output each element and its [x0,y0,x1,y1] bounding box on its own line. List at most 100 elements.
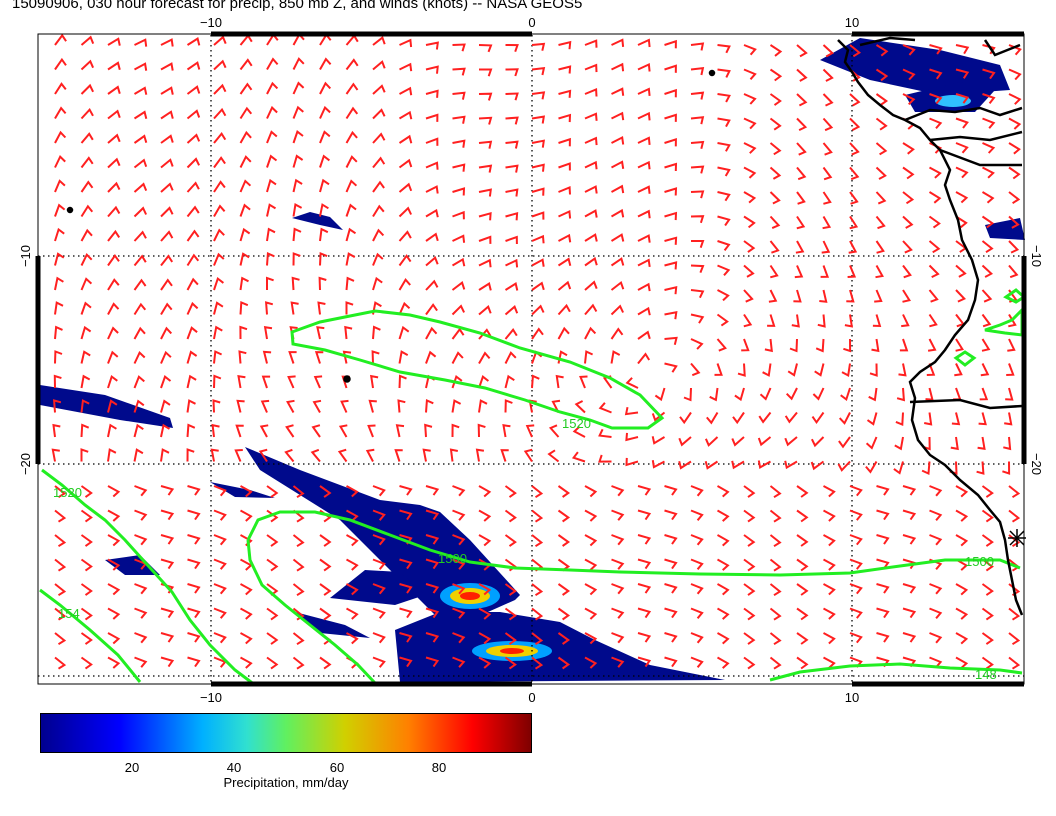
wind-barb [372,180,385,193]
wind-barb [186,374,197,389]
wind-barb [187,509,201,521]
wind-barb [398,350,409,364]
wind-barb [557,485,571,498]
island [708,69,716,77]
wind-barb [769,240,780,254]
wind-barb [452,163,466,172]
wind-barb [133,423,144,438]
wind-barb [239,82,253,95]
wind-barb [425,65,439,74]
wind-barb [981,289,993,303]
wind-barb [822,216,832,230]
wind-barb [266,252,275,266]
wind-barb [313,375,323,389]
wind-barb [717,215,731,227]
wind-barb [449,448,459,462]
wind-barb [345,82,359,95]
wind-barb [796,656,809,670]
wind-barb [743,68,757,80]
wind-barb [505,44,519,53]
wind-barb [345,179,358,193]
wind-barb [133,158,148,169]
wind-barb [213,276,225,291]
wind-barb [769,583,782,597]
wind-barb [500,449,509,462]
wind-barb [284,448,295,463]
wind-barb [316,326,325,340]
wind-barb [531,211,545,220]
precip-core-b3 [500,648,524,654]
wind-barb [239,155,252,168]
wind-barb [924,412,933,426]
wind-barb [664,583,678,594]
wind-barb [706,411,719,425]
lat-tick-left: −10 [18,245,33,267]
wind-barb [982,166,995,179]
wind-barb [690,558,704,570]
wind-barb [611,534,625,546]
contour-label: 1500 [438,551,467,566]
wind-barb [531,374,540,389]
wind-barb [743,313,753,328]
wind-barb [584,256,598,267]
wind-barb [838,436,851,449]
wind-barb [319,81,332,95]
wind-barb [346,534,359,547]
wind-barb [823,558,836,571]
wind-barb [876,607,890,619]
wind-barb [80,132,94,144]
island [343,375,351,383]
wind-barb [637,234,651,243]
wind-barb [558,186,571,195]
wind-barb [478,534,492,547]
wind-barb [133,326,146,340]
wind-barb [133,351,146,364]
wind-barb [690,165,705,174]
wind-barb [637,282,651,292]
wind-barb [584,112,598,121]
wind-barb [664,607,678,619]
wind-barb [664,64,677,73]
wind-barb [288,351,297,364]
wind-barb [54,106,67,120]
wind-barb [107,157,121,169]
wind-barb [478,164,493,173]
wind-barb [54,252,65,266]
wind-barb [664,113,677,122]
wind-barb [160,375,172,389]
wind-barb [955,583,969,596]
wind-barb [478,282,492,291]
wind-barb [264,301,274,315]
wind-barb [365,448,375,462]
wind-barb [451,327,465,340]
wind-barb [134,632,148,644]
wind-barb [811,411,825,425]
wind-barb [310,448,321,463]
wind-barb [717,142,731,152]
wind-barb [717,289,730,302]
lon-tick-bottom: −10 [200,690,222,705]
wind-barb [345,252,356,266]
wind-barb [611,583,625,595]
wind-barb [837,460,851,472]
wind-barb [955,607,969,620]
wind-barb [902,264,912,279]
wind-barb [160,326,173,340]
wind-barb [478,351,491,364]
wind-barb [319,558,332,572]
wind-barb [557,257,572,267]
wind-barb [213,156,226,169]
forecast-map: 1520 1500 1520 1500 154 148 −10 0 10 −10… [18,15,1044,705]
wind-barb [690,91,705,100]
wind-barb [716,313,729,327]
wind-barb [54,656,67,670]
wind-barb [186,277,199,291]
wind-barb [928,191,942,204]
wind-barb [319,583,332,596]
wind-barb [955,632,969,645]
wind-barb [690,313,705,324]
wind-barb [929,632,943,644]
wind-barb [531,509,544,523]
wind-barb [160,278,173,291]
wind-barb [398,182,413,193]
